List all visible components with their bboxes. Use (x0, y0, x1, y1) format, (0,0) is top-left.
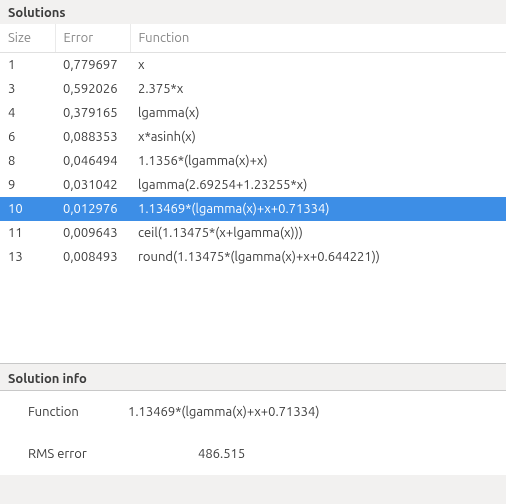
header-size[interactable]: Size (0, 24, 55, 53)
cell-size: 9 (0, 173, 55, 197)
cell-size: 3 (0, 77, 55, 101)
solutions-table-wrap: Size Error Function 10,779697x30,5920262… (0, 24, 506, 364)
cell-error: 0,779697 (55, 53, 130, 78)
cell-func: round(1.13475*(lgamma(x)+x+0.644221)) (130, 245, 506, 269)
cell-error: 0,046494 (55, 149, 130, 173)
cell-func: ceil(1.13475*(x+lgamma(x))) (130, 221, 506, 245)
info-row-rms: RMS error 486.515 (0, 433, 506, 475)
solutions-table[interactable]: Size Error Function 10,779697x30,5920262… (0, 24, 506, 269)
table-row[interactable]: 30,5920262.375*x (0, 77, 506, 101)
cell-error: 0,031042 (55, 173, 130, 197)
solution-info-body: Function 1.13469*(lgamma(x)+x+0.71334) R… (0, 391, 506, 475)
cell-size: 13 (0, 245, 55, 269)
solutions-title: Solutions (0, 0, 506, 24)
table-row[interactable]: 40,379165lgamma(x) (0, 101, 506, 125)
cell-size: 11 (0, 221, 55, 245)
table-row[interactable]: 90,031042lgamma(2.69254+1.23255*x) (0, 173, 506, 197)
table-row[interactable]: 60,088353x*asinh(x) (0, 125, 506, 149)
info-function-label: Function (8, 405, 128, 419)
info-rms-label: RMS error (8, 447, 128, 461)
cell-size: 10 (0, 197, 55, 221)
table-row[interactable]: 10,779697x (0, 53, 506, 78)
table-row[interactable]: 100,0129761.13469*(lgamma(x)+x+0.71334) (0, 197, 506, 221)
cell-func: 1.13469*(lgamma(x)+x+0.71334) (130, 197, 506, 221)
header-error[interactable]: Error (55, 24, 130, 53)
solution-info-section: Solution info Function 1.13469*(lgamma(x… (0, 364, 506, 475)
cell-func: lgamma(2.69254+1.23255*x) (130, 173, 506, 197)
info-rms-value: 486.515 (128, 447, 498, 461)
cell-error: 0,012976 (55, 197, 130, 221)
table-row[interactable]: 80,0464941.1356*(lgamma(x)+x) (0, 149, 506, 173)
cell-error: 0,592026 (55, 77, 130, 101)
cell-func: 2.375*x (130, 77, 506, 101)
info-function-value: 1.13469*(lgamma(x)+x+0.71334) (128, 405, 498, 419)
cell-func: lgamma(x) (130, 101, 506, 125)
table-row[interactable]: 130,008493round(1.13475*(lgamma(x)+x+0.6… (0, 245, 506, 269)
cell-func: 1.1356*(lgamma(x)+x) (130, 149, 506, 173)
info-row-function: Function 1.13469*(lgamma(x)+x+0.71334) (0, 391, 506, 433)
header-function[interactable]: Function (130, 24, 506, 53)
cell-func: x (130, 53, 506, 78)
cell-size: 6 (0, 125, 55, 149)
cell-error: 0,008493 (55, 245, 130, 269)
cell-size: 4 (0, 101, 55, 125)
solution-info-title: Solution info (0, 364, 506, 391)
cell-error: 0,009643 (55, 221, 130, 245)
cell-size: 8 (0, 149, 55, 173)
cell-error: 0,088353 (55, 125, 130, 149)
cell-func: x*asinh(x) (130, 125, 506, 149)
cell-size: 1 (0, 53, 55, 78)
table-row[interactable]: 110,009643ceil(1.13475*(x+lgamma(x))) (0, 221, 506, 245)
cell-error: 0,379165 (55, 101, 130, 125)
